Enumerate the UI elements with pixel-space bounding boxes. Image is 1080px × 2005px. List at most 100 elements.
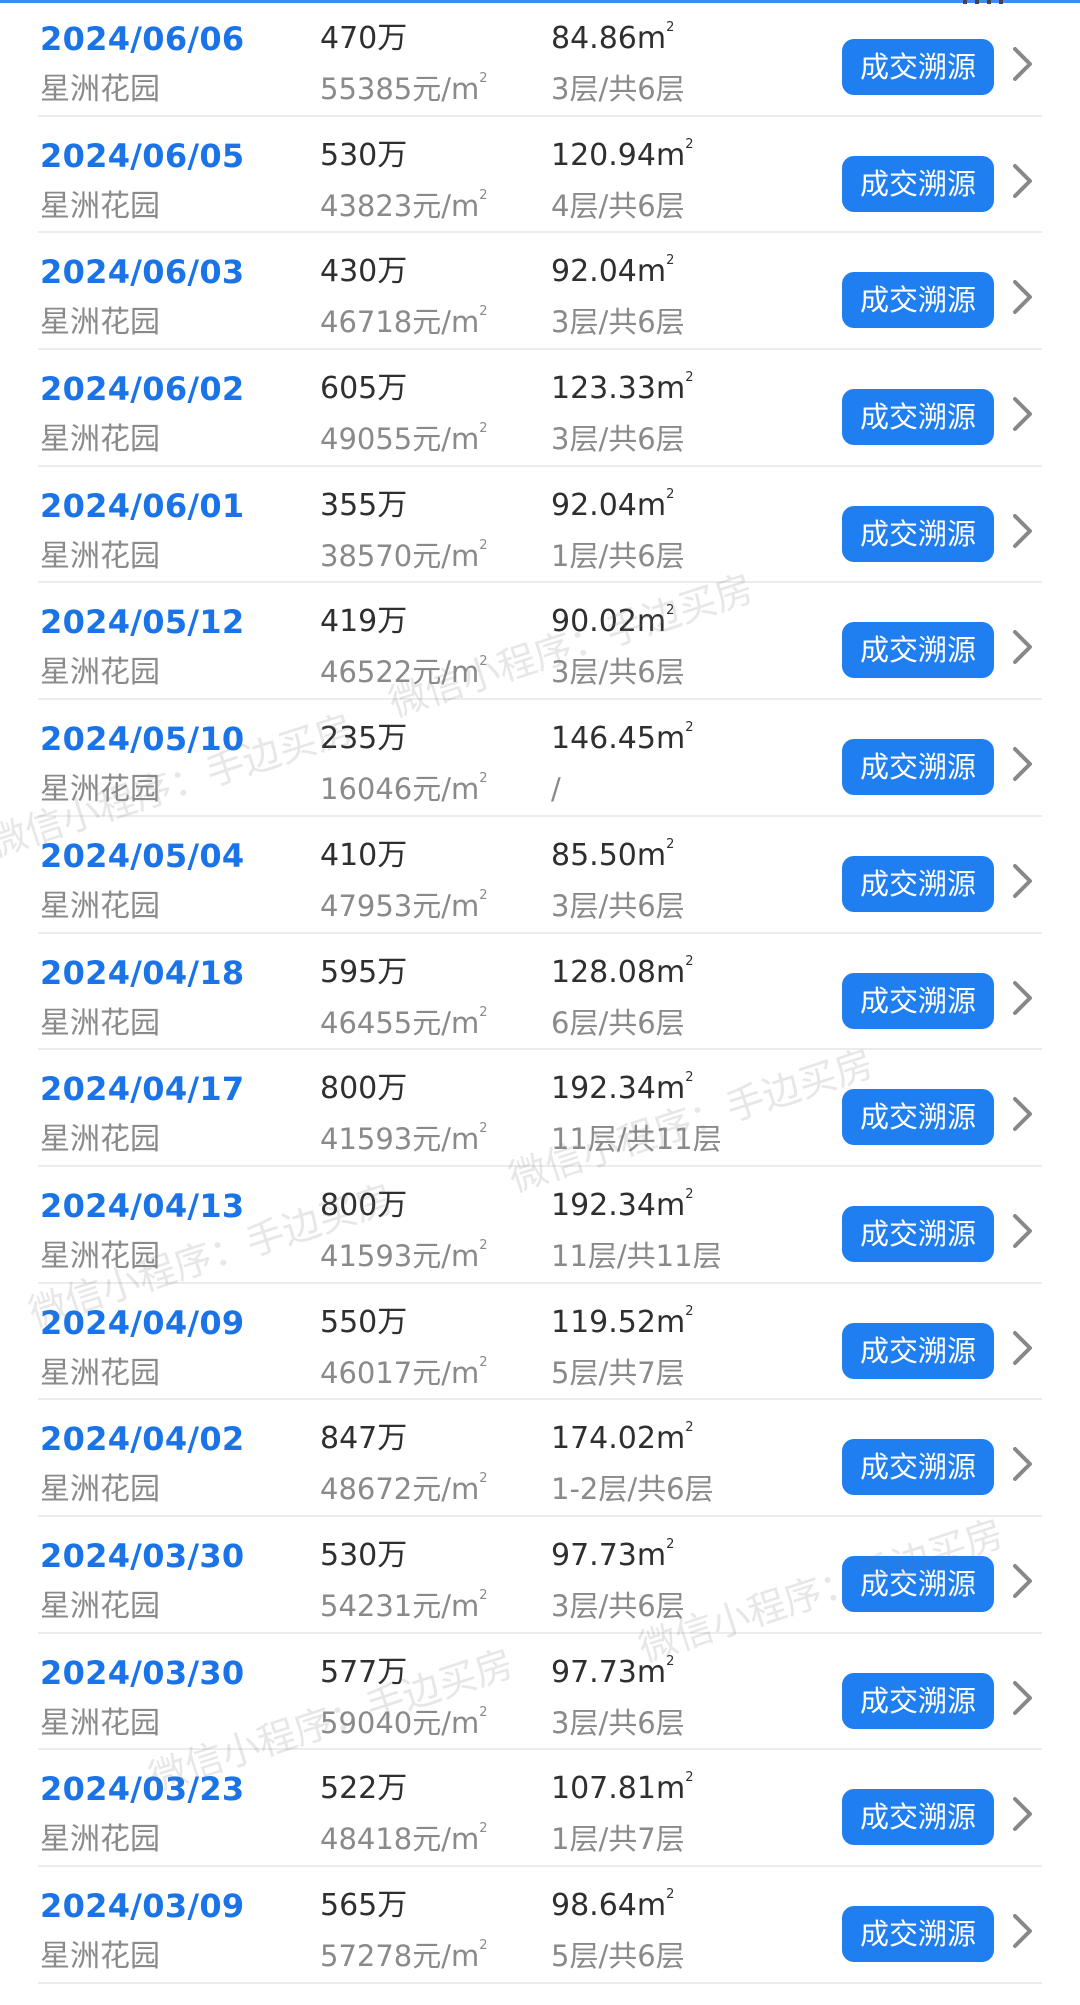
trace-deal-button[interactable]: 成交溯源 (842, 1906, 994, 1962)
unit-price: 41593元/m2 (320, 1121, 488, 1157)
trace-deal-button[interactable]: 成交溯源 (842, 855, 994, 912)
deal-date: 2024/06/06 (40, 20, 245, 58)
total-price: 410万 (320, 837, 408, 873)
chevron-right-icon[interactable] (1010, 277, 1036, 317)
trace-deal-button[interactable]: 成交溯源 (842, 622, 994, 679)
chevron-right-icon[interactable] (1010, 1211, 1036, 1251)
total-price: 565万 (320, 1888, 408, 1923)
table-row[interactable]: 2024/06/05 星洲花园 530万 43823元/m2 120.94m2 4层/共6… (38, 117, 1042, 234)
chevron-right-icon[interactable] (1010, 161, 1036, 201)
table-row[interactable]: 2024/05/10 星洲花园 235万 16046元/m2 146.45m2 / 成交溯源 (38, 700, 1042, 817)
unit-price: 41593元/m2 (320, 1237, 488, 1273)
table-row[interactable]: 2024/06/02 星洲花园 605万 49055元/m2 123.33m2 3层/共6… (38, 350, 1042, 467)
unit-price: 54231元/m2 (320, 1587, 488, 1623)
unit-price: 16046元/m2 (320, 771, 488, 807)
deal-date: 2024/03/30 (40, 1653, 245, 1692)
total-price: 577万 (320, 1654, 408, 1690)
deal-date: 2024/05/04 (40, 836, 245, 875)
trace-deal-button[interactable]: 成交溯源 (842, 39, 994, 95)
chevron-right-icon[interactable] (1010, 1094, 1036, 1134)
table-row[interactable]: 2024/04/18 星洲花园 595万 46455元/m2 128.08m2 6层/共6… (38, 934, 1042, 1051)
chevron-right-icon[interactable] (1010, 1794, 1036, 1834)
unit-price: 59040元/m2 (320, 1704, 488, 1740)
area: 97.73m2 (551, 1536, 675, 1573)
chevron-right-icon[interactable] (1010, 1328, 1036, 1368)
floor-info: 3层/共6层 (551, 305, 685, 340)
unit-price: 55385元/m2 (320, 71, 488, 106)
trace-deal-button[interactable]: 成交溯源 (842, 1672, 994, 1729)
floor-info: 5层/共6层 (551, 1939, 685, 1973)
community-name: 星洲花园 (40, 1355, 160, 1391)
unit-price: 49055元/m2 (320, 421, 488, 457)
trace-deal-button[interactable]: 成交溯源 (842, 1205, 994, 1262)
deal-date: 2024/03/09 (40, 1887, 245, 1925)
trace-deal-button[interactable]: 成交溯源 (842, 272, 994, 329)
trace-deal-button[interactable]: 成交溯源 (842, 155, 994, 212)
area: 192.34m2 (551, 1070, 694, 1107)
trace-deal-button[interactable]: 成交溯源 (842, 1555, 994, 1612)
table-row[interactable]: 2024/06/06 星洲花园 470万 55385元/m2 84.86m2 3层/共6层… (38, 0, 1042, 117)
community-name: 星洲花园 (40, 1472, 160, 1508)
community-name: 星洲花园 (40, 1588, 160, 1624)
chevron-right-icon[interactable] (1010, 978, 1036, 1018)
chevron-right-icon[interactable] (1010, 511, 1036, 551)
deal-date: 2024/06/01 (40, 486, 245, 525)
table-row[interactable]: 2024/04/09 星洲花园 550万 46017元/m2 119.52m2 5层/共7… (38, 1284, 1042, 1401)
area: 92.04m2 (551, 486, 675, 523)
trace-deal-button[interactable]: 成交溯源 (842, 1089, 994, 1146)
table-row[interactable]: 2024/03/30 星洲花园 577万 59040元/m2 97.73m2 3层/共6层… (38, 1634, 1042, 1751)
unit-price: 47953元/m2 (320, 887, 488, 923)
table-row[interactable]: 2024/05/04 星洲花园 410万 47953元/m2 85.50m2 3层/共6层… (38, 817, 1042, 934)
trace-deal-button[interactable]: 成交溯源 (842, 505, 994, 562)
trace-deal-button[interactable]: 成交溯源 (842, 1439, 994, 1496)
table-row[interactable]: 2024/04/13 星洲花园 800万 41593元/m2 192.34m2 11层/共… (38, 1167, 1042, 1284)
chevron-right-icon[interactable] (1010, 627, 1036, 667)
area: 174.02m2 (551, 1420, 694, 1457)
table-row[interactable]: 2024/05/12 星洲花园 419万 46522元/m2 90.02m2 3层/共6层… (38, 583, 1042, 701)
table-row[interactable]: 2024/03/30 星洲花园 530万 54231元/m2 97.73m2 3层/共6层… (38, 1517, 1042, 1634)
area: 192.34m2 (551, 1186, 694, 1223)
trace-deal-button[interactable]: 成交溯源 (842, 1789, 994, 1846)
community-name: 星洲花园 (40, 888, 160, 924)
total-price: 530万 (320, 1537, 408, 1573)
floor-info: 11层/共11层 (551, 1238, 722, 1273)
floor-info: 4层/共6层 (551, 188, 685, 223)
table-row[interactable]: 2024/06/03 星洲花园 430万 46718元/m2 92.04m2 3层/共6层… (38, 233, 1042, 351)
community-name: 星洲花园 (40, 538, 160, 574)
deal-date: 2024/04/02 (40, 1420, 245, 1459)
total-price: 550万 (320, 1304, 408, 1340)
table-row[interactable]: 2024/04/17 星洲花园 800万 41593元/m2 192.34m2 11层/共… (38, 1050, 1042, 1167)
floor-info: 11层/共11层 (551, 1122, 722, 1157)
table-row[interactable]: 2024/03/09 星洲花园 565万 57278元/m2 98.64m2 5层/共6层… (38, 1867, 1042, 1984)
table-row[interactable]: 2024/03/23 星洲花园 522万 48418元/m2 107.81m2 1层/共7… (38, 1750, 1042, 1867)
trace-deal-button[interactable]: 成交溯源 (842, 1322, 994, 1379)
area: 92.04m2 (551, 253, 675, 290)
community-name: 星洲花园 (40, 72, 160, 107)
floor-info: 3层/共6层 (551, 422, 685, 457)
chevron-right-icon[interactable] (1010, 1678, 1036, 1718)
trace-deal-button[interactable]: 成交溯源 (842, 389, 994, 446)
chevron-right-icon[interactable] (1010, 1911, 1036, 1951)
trace-deal-button[interactable]: 成交溯源 (842, 739, 994, 796)
chevron-right-icon[interactable] (1010, 44, 1036, 84)
area: 97.73m2 (551, 1653, 675, 1690)
chevron-right-icon[interactable] (1010, 744, 1036, 784)
chevron-right-icon[interactable] (1010, 1444, 1036, 1484)
deal-date: 2024/04/09 (40, 1303, 245, 1342)
deal-date: 2024/03/23 (40, 1770, 245, 1809)
area: 128.08m2 (551, 953, 694, 990)
table-row[interactable]: 2024/04/02 星洲花园 847万 48672元/m2 174.02m2 1-2层/… (38, 1400, 1042, 1517)
unit-price: 46017元/m2 (320, 1354, 488, 1390)
total-price: 522万 (320, 1771, 408, 1807)
total-price: 419万 (320, 604, 408, 640)
floor-info: 3层/共6层 (551, 655, 685, 690)
trace-deal-button[interactable]: 成交溯源 (842, 972, 994, 1029)
chevron-right-icon[interactable] (1010, 1561, 1036, 1601)
unit-price: 46455元/m2 (320, 1004, 488, 1040)
area: 107.81m2 (551, 1770, 694, 1807)
community-name: 星洲花园 (40, 1122, 160, 1158)
unit-price: 48418元/m2 (320, 1821, 488, 1857)
chevron-right-icon[interactable] (1010, 861, 1036, 901)
table-row[interactable]: 2024/06/01 星洲花园 355万 38570元/m2 92.04m2 1层/共6层… (38, 467, 1042, 584)
chevron-right-icon[interactable] (1010, 394, 1036, 434)
